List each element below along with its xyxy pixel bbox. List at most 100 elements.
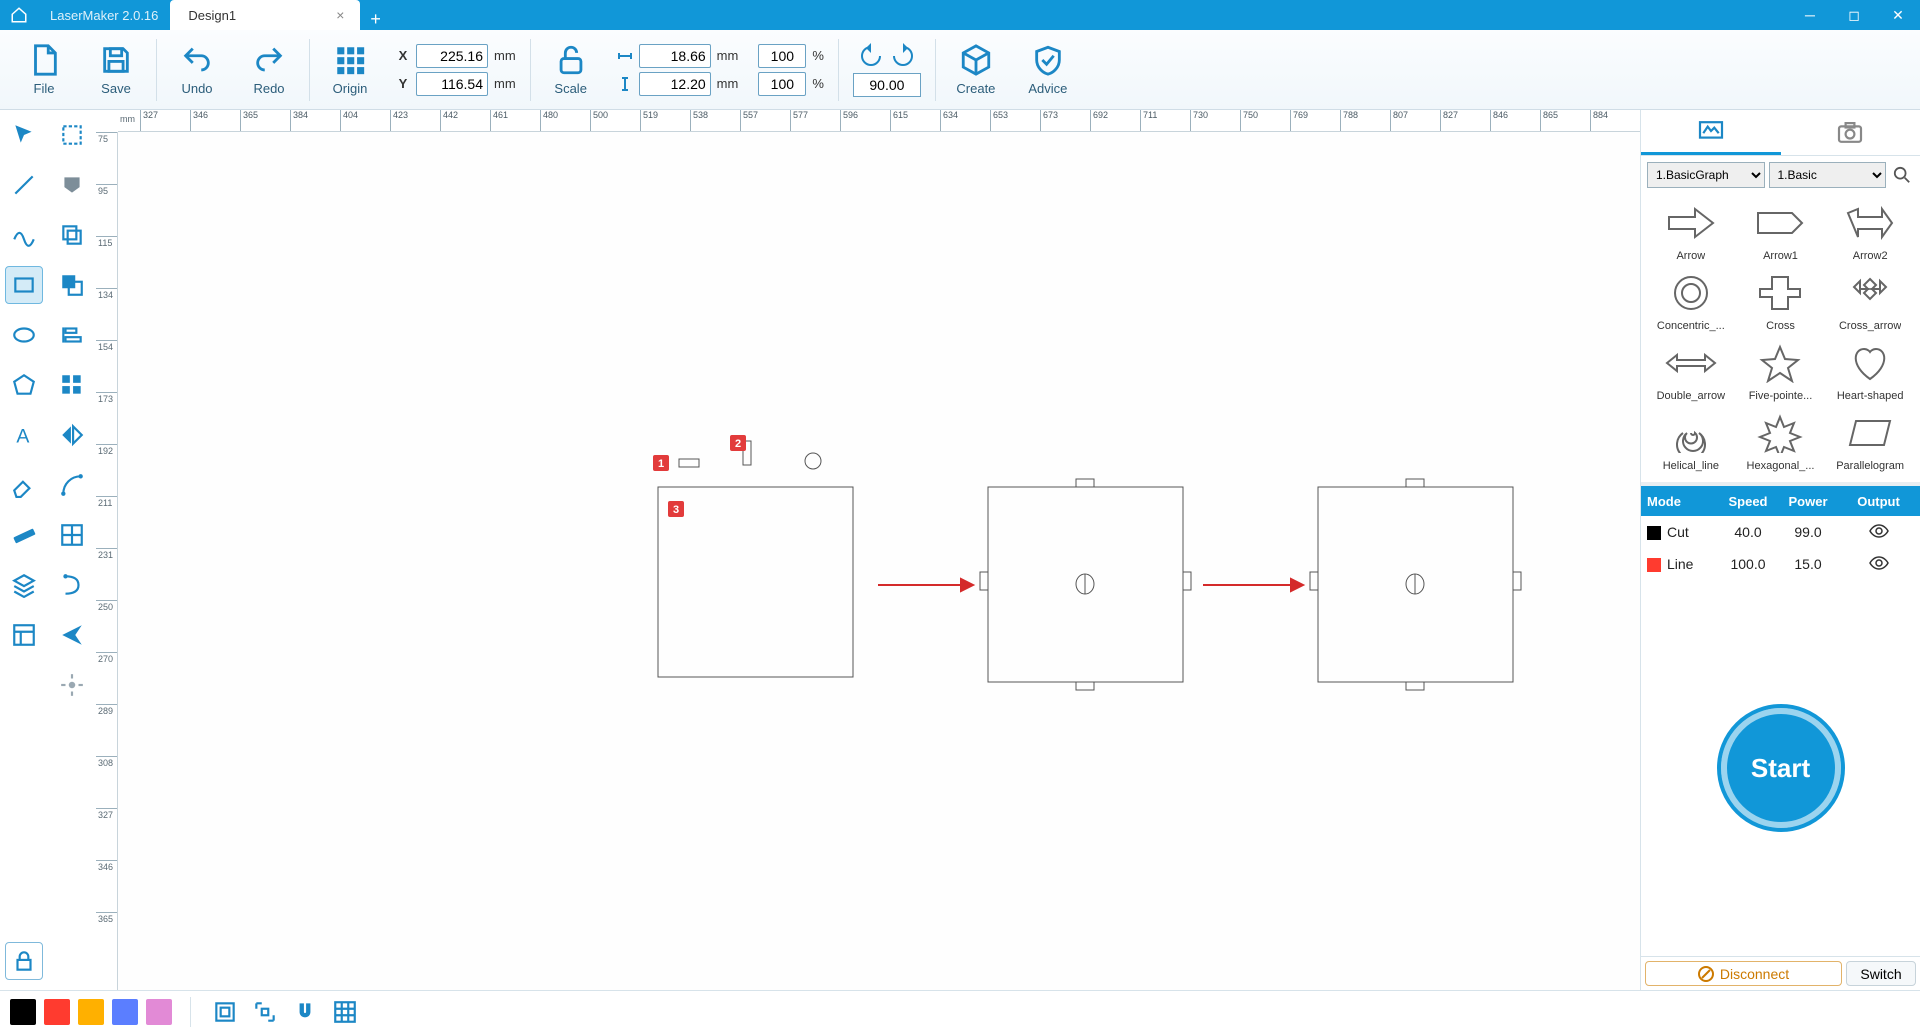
layer-table: Mode Speed Power Output Cut40.099.0Line1… — [1641, 482, 1920, 580]
color-swatch[interactable] — [78, 999, 104, 1025]
ellipse-tool[interactable] — [5, 316, 43, 354]
svg-text:A: A — [16, 426, 29, 448]
title-bar: LaserMaker 2.0.16 Design1 × + ─ ◻ ✕ — [0, 0, 1920, 30]
camera-tab[interactable] — [1781, 110, 1920, 155]
array-tool[interactable] — [53, 366, 91, 404]
switch-button[interactable]: Switch — [1846, 961, 1916, 986]
width-input[interactable] — [639, 44, 711, 68]
grid-array-tool[interactable] — [53, 516, 91, 554]
origin-button[interactable]: Origin — [314, 35, 386, 105]
shape-five-pointe-[interactable]: Five-pointe... — [1739, 338, 1823, 402]
zoom-selection-icon[interactable] — [249, 996, 281, 1028]
maximize-button[interactable]: ◻ — [1832, 0, 1876, 30]
horizontal-ruler: mm 3273463653844044234424614805005195385… — [118, 110, 1640, 132]
undo-button[interactable]: Undo — [161, 35, 233, 105]
new-tab-button[interactable]: + — [360, 9, 391, 30]
layer-row[interactable]: Cut40.099.0 — [1641, 516, 1920, 548]
polygon-tool[interactable] — [5, 366, 43, 404]
pct-h-input[interactable] — [758, 72, 806, 96]
copy-tool[interactable] — [53, 216, 91, 254]
document-tab[interactable]: Design1 × — [170, 0, 360, 30]
marquee-tool[interactable] — [53, 116, 91, 154]
rotate-cw-icon[interactable] — [890, 43, 916, 69]
svg-text:2: 2 — [735, 438, 741, 450]
mirror-tool[interactable] — [53, 416, 91, 454]
line-tool[interactable] — [5, 166, 43, 204]
layers-tool[interactable] — [5, 566, 43, 604]
y-input[interactable] — [416, 72, 488, 96]
close-tab-icon[interactable]: × — [330, 7, 350, 23]
color-swatch[interactable] — [146, 999, 172, 1025]
shape-cross[interactable]: Cross — [1739, 268, 1823, 332]
measure-tool[interactable] — [5, 516, 43, 554]
scale-button[interactable]: Scale — [535, 35, 607, 105]
pct-w-input[interactable] — [758, 44, 806, 68]
rotation-input[interactable] — [853, 73, 921, 97]
shape-arrow2[interactable]: Arrow2 — [1828, 198, 1912, 262]
color-swatch[interactable] — [44, 999, 70, 1025]
file-button[interactable]: File — [8, 35, 80, 105]
grid-icon[interactable] — [329, 996, 361, 1028]
save-icon — [99, 43, 133, 77]
x-input[interactable] — [416, 44, 488, 68]
shape-heart-shaped[interactable]: Heart-shaped — [1828, 338, 1912, 402]
width-icon — [617, 48, 633, 64]
shape-arrow1[interactable]: Arrow1 — [1739, 198, 1823, 262]
node-edit-tool[interactable] — [53, 466, 91, 504]
bottom-bar — [0, 990, 1920, 1032]
lock-toggle[interactable] — [5, 942, 43, 980]
layout-tool[interactable] — [5, 616, 43, 654]
close-window-button[interactable]: ✕ — [1876, 0, 1920, 30]
advice-icon — [1031, 43, 1065, 77]
shape-double-arrow[interactable]: Double_arrow — [1649, 338, 1733, 402]
shape-helical-line[interactable]: Helical_line — [1649, 408, 1733, 472]
fill-tool[interactable] — [53, 166, 91, 204]
scale-lock-icon — [554, 43, 588, 77]
curve-tool[interactable] — [5, 216, 43, 254]
file-icon — [27, 43, 61, 77]
text-tool[interactable]: A — [5, 416, 43, 454]
tab-label: Design1 — [188, 8, 236, 23]
send-tool[interactable] — [53, 616, 91, 654]
layer-row[interactable]: Line100.015.0 — [1641, 548, 1920, 580]
canvas-svg: 1 2 3 — [118, 132, 1640, 990]
canvas[interactable]: 1 2 3 — [118, 132, 1640, 990]
boolean-tool[interactable] — [53, 266, 91, 304]
select-tool[interactable] — [5, 116, 43, 154]
outline-tool[interactable] — [53, 566, 91, 604]
shape-parallelogram[interactable]: Parallelogram — [1828, 408, 1912, 472]
right-panel: 1.BasicGraph 1.Basic ArrowArrow1Arrow2 Co… — [1640, 110, 1920, 990]
shape-cross-arrow[interactable]: Cross_arrow — [1828, 268, 1912, 332]
left-toolbars: A — [0, 110, 96, 990]
laser-tool[interactable] — [53, 666, 91, 704]
align-tool[interactable] — [53, 316, 91, 354]
create-button[interactable]: Create — [940, 35, 1012, 105]
fit-view-icon[interactable] — [209, 996, 241, 1028]
x-label: X — [396, 48, 410, 63]
shape-arrow[interactable]: Arrow — [1649, 198, 1733, 262]
redo-icon — [252, 43, 286, 77]
shapes-tab[interactable] — [1641, 110, 1781, 155]
color-swatch[interactable] — [112, 999, 138, 1025]
disconnect-icon — [1698, 966, 1714, 982]
shape-subcategory-select[interactable]: 1.Basic — [1769, 162, 1887, 188]
start-button[interactable]: Start — [1721, 708, 1841, 828]
disconnect-button[interactable]: Disconnect — [1645, 961, 1842, 986]
rectangle-tool[interactable] — [5, 266, 43, 304]
cube-icon — [959, 43, 993, 77]
save-button[interactable]: Save — [80, 35, 152, 105]
rotate-ccw-icon[interactable] — [858, 43, 884, 69]
shape-hexagonal-[interactable]: Hexagonal_... — [1739, 408, 1823, 472]
shape-category-select[interactable]: 1.BasicGraph — [1647, 162, 1765, 188]
snap-icon[interactable] — [289, 996, 321, 1028]
height-input[interactable] — [639, 72, 711, 96]
main-toolbar: File Save Undo Redo Origin X mm — [0, 30, 1920, 110]
eraser-tool[interactable] — [5, 466, 43, 504]
redo-button[interactable]: Redo — [233, 35, 305, 105]
advice-button[interactable]: Advice — [1012, 35, 1084, 105]
minimize-button[interactable]: ─ — [1788, 0, 1832, 30]
color-swatch[interactable] — [10, 999, 36, 1025]
home-icon[interactable] — [0, 0, 38, 30]
shape-concentric-[interactable]: Concentric_... — [1649, 268, 1733, 332]
search-icon[interactable] — [1890, 163, 1914, 187]
